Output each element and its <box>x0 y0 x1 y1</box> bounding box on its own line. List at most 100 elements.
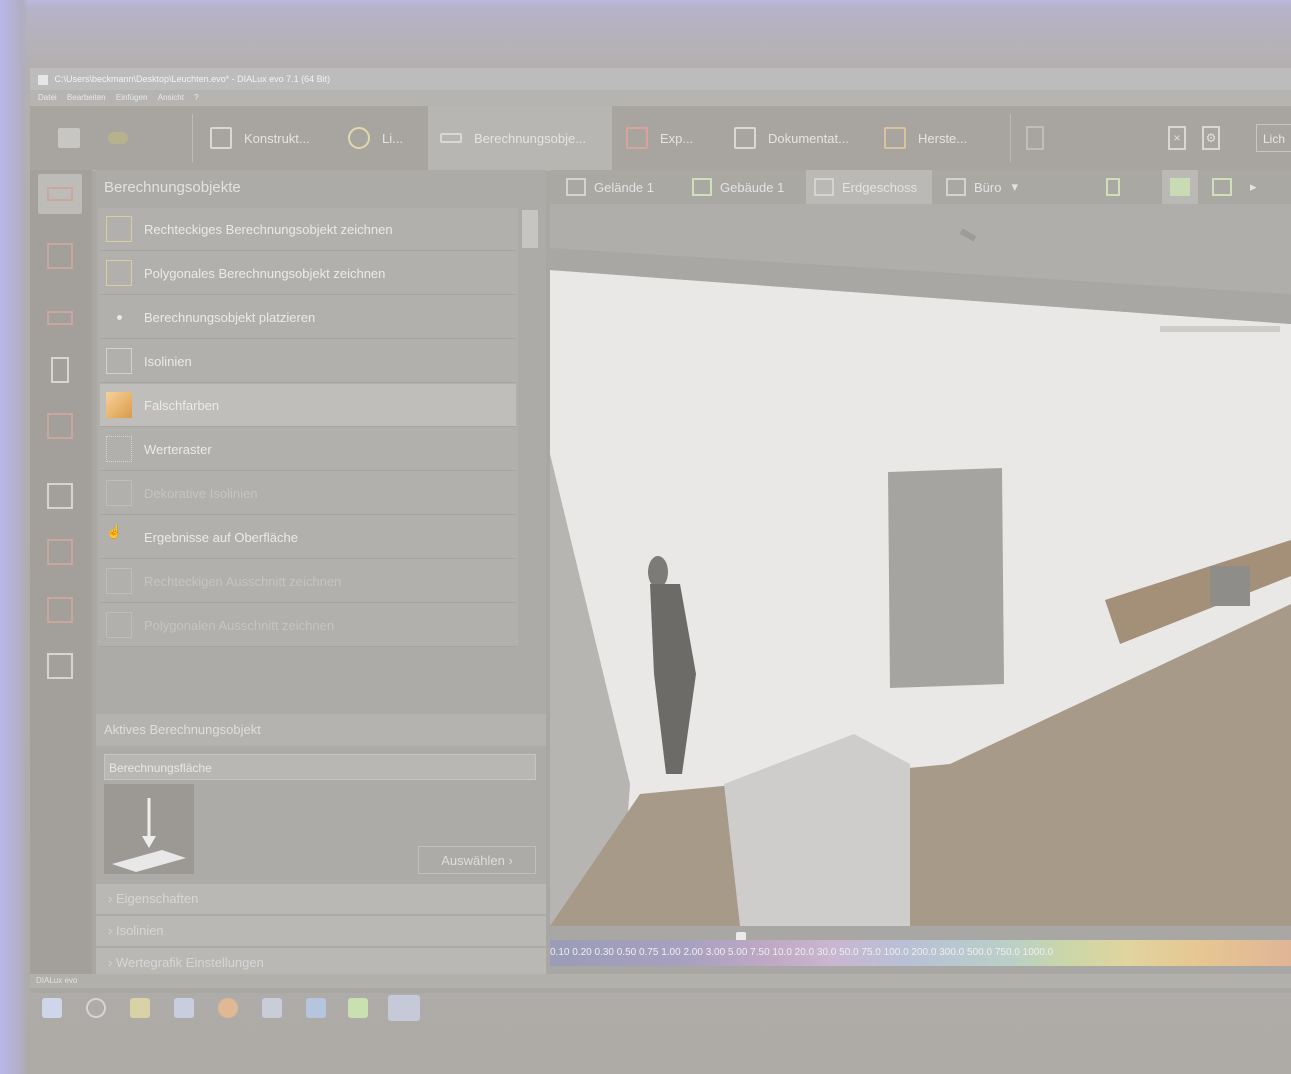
active-object-header: Aktives Berechnungsobjekt <box>96 714 546 746</box>
window-title: C:\Users\beckmann\Desktop\Leuchten.evo* … <box>54 74 331 84</box>
list-item-surface-results[interactable]: ☝ Ergebnisse auf Oberfläche <box>100 516 516 559</box>
active-object-field[interactable]: Berechnungsfläche <box>104 754 536 780</box>
crumb-ground-floor[interactable]: Erdgeschoss <box>806 170 932 204</box>
tab-label: Herste... <box>918 130 968 146</box>
menu-file[interactable]: Datei <box>38 93 57 102</box>
manufacturer-icon <box>884 127 906 149</box>
list-item-value-grid[interactable]: Werteraster <box>100 428 516 471</box>
l-shape-icon <box>1212 178 1232 196</box>
3d-scene <box>550 204 1291 926</box>
sidebar-hierarchy[interactable] <box>38 646 82 686</box>
tab-label: Konstrukt... <box>244 130 310 146</box>
tab-konstruktion[interactable]: Konstrukt... <box>210 106 330 170</box>
list-scrollbar[interactable] <box>522 210 538 248</box>
task-view-icon[interactable] <box>86 998 106 1018</box>
view-l-button[interactable] <box>1204 170 1240 204</box>
view-mode-button[interactable] <box>1098 170 1128 204</box>
calc-object-icon <box>47 187 73 201</box>
crumb-room[interactable]: Büro ▾ <box>938 170 1052 204</box>
item-label: Ergebnisse auf Oberfläche <box>144 529 298 545</box>
export-icon <box>626 127 648 149</box>
sidebar-room[interactable] <box>38 236 82 276</box>
value-grid-icon <box>106 436 132 462</box>
tab-label: Exp... <box>660 130 694 146</box>
tab-label: Berechnungsobje... <box>474 130 587 146</box>
item-label: Rechteckiges Berechnungsobjekt zeichnen <box>144 221 393 237</box>
calc-object-list: Rechteckiges Berechnungsobjekt zeichnen … <box>98 208 518 647</box>
next-arrow[interactable]: ▸ <box>1250 170 1270 204</box>
file-explorer-icon[interactable] <box>130 998 150 1018</box>
menu-help[interactable]: ? <box>194 93 198 102</box>
rect-draw-icon <box>106 216 132 242</box>
item-label: Falschfarben <box>144 397 220 413</box>
chevron-right-icon: ▸ <box>1250 179 1257 194</box>
list-item-poly-calc[interactable]: Polygonales Berechnungsobjekt zeichnen <box>100 252 516 295</box>
isolines-icon <box>106 348 132 374</box>
tab-licht[interactable]: Li... <box>348 106 424 170</box>
disabled-icon <box>1026 126 1044 150</box>
item-label: Polygonales Berechnungsobjekt zeichnen <box>144 265 386 281</box>
license-icon[interactable] <box>108 132 128 144</box>
save-icon[interactable] <box>58 128 80 148</box>
view-mode-icon <box>1106 178 1120 196</box>
crumb-building[interactable]: Gebäude 1 <box>684 170 800 204</box>
dialux-icon[interactable] <box>388 995 420 1021</box>
light-scene-icon <box>47 597 73 623</box>
3d-viewport[interactable] <box>550 204 1291 926</box>
list-item-rect-calc[interactable]: Rechteckiges Berechnungsobjekt zeichnen <box>100 208 516 251</box>
calc-surface-preview <box>104 784 194 874</box>
outlook-icon[interactable] <box>306 998 326 1018</box>
list-item-isolines[interactable]: Isolinien <box>100 340 516 383</box>
floor-icon <box>814 178 834 196</box>
sidebar-light-scene[interactable] <box>38 590 82 630</box>
delete-icon[interactable]: × <box>1168 126 1186 150</box>
tab-export[interactable]: Exp... <box>626 106 706 170</box>
licht-button[interactable]: Lich <box>1256 124 1291 152</box>
tab-berechnungsobjekte[interactable]: Berechnungsobje... <box>428 106 612 170</box>
tab-hersteller[interactable]: Herste... <box>884 106 994 170</box>
place-icon <box>106 304 132 330</box>
sidebar-object[interactable] <box>38 350 82 390</box>
sidebar-tree[interactable] <box>38 476 82 516</box>
chat-icon[interactable] <box>262 998 282 1018</box>
browser-icon[interactable] <box>174 998 194 1018</box>
list-item-place-calc[interactable]: Berechnungsobjekt platzieren <box>100 296 516 339</box>
ceiling-light <box>1160 326 1280 332</box>
view-floor-button[interactable] <box>1162 170 1198 204</box>
list-item-false-colors[interactable]: Falschfarben <box>100 384 516 427</box>
item-label: Werteraster <box>144 441 212 457</box>
menu-view[interactable]: Ansicht <box>158 93 184 102</box>
settings-icon[interactable]: ⚙ <box>1202 126 1220 150</box>
taskbar <box>30 990 430 1026</box>
menu-insert[interactable]: Einfügen <box>116 93 148 102</box>
terrain-icon <box>566 178 586 196</box>
menu-edit[interactable]: Bearbeiten <box>67 93 106 102</box>
toolbar-separator <box>1010 114 1011 162</box>
item-label: Dekorative Isolinien <box>144 485 258 501</box>
sidebar-calc-objects[interactable] <box>38 174 82 214</box>
app-icon <box>38 74 48 85</box>
sidebar-ceiling[interactable] <box>38 532 82 572</box>
accordion-isolines[interactable]: › Isolinien <box>96 916 546 946</box>
tab-label: Li... <box>382 130 403 146</box>
crumb-label: Büro <box>974 179 1002 195</box>
list-item-rect-cutout: Rechteckigen Ausschnitt zeichnen <box>100 560 516 603</box>
firefox-icon[interactable] <box>218 998 238 1018</box>
floor-plan-icon <box>1170 178 1190 196</box>
sidebar-furniture[interactable] <box>38 298 82 338</box>
sidebar-building[interactable] <box>38 406 82 446</box>
tab-dokumentation[interactable]: Dokumentat... <box>734 106 874 170</box>
rect-cutout-icon <box>106 568 132 594</box>
select-button[interactable]: Auswählen › <box>418 846 536 874</box>
accordion-properties[interactable]: › Eigenschaften <box>96 884 546 914</box>
calculator-icon[interactable] <box>348 998 368 1018</box>
list-item-poly-cutout: Polygonalen Ausschnitt zeichnen <box>100 604 516 647</box>
menu-bar: Datei Bearbeiten Einfügen Ansicht ? <box>30 90 1291 106</box>
chevron-down-icon: ▾ <box>1011 179 1018 194</box>
crumb-terrain[interactable]: Gelände 1 <box>558 170 674 204</box>
item-label: Polygonalen Ausschnitt zeichnen <box>144 617 335 633</box>
windows-start-icon[interactable] <box>42 998 62 1018</box>
crumb-label: Erdgeschoss <box>842 179 918 195</box>
ceiling-icon <box>47 539 73 565</box>
accordion-label: Eigenschaften <box>115 891 199 906</box>
